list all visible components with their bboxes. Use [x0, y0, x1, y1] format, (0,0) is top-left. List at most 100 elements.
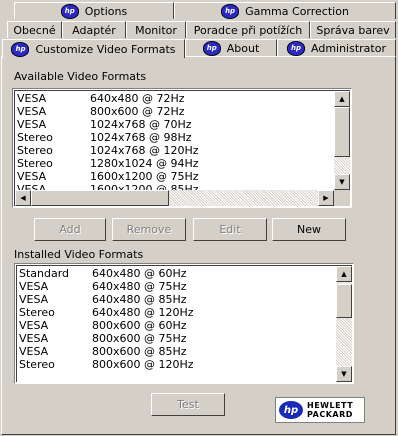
tab-adapter[interactable]: Adaptér [62, 21, 126, 38]
tab-adapter-label: Adaptér [72, 23, 116, 37]
hp-logo-icon: hp [221, 3, 240, 19]
format-resolution: 1600x1200 @ 75Hz [90, 170, 199, 183]
scroll-up-icon[interactable]: ▲ [334, 91, 350, 107]
format-type: VESA [19, 319, 49, 332]
available-formats-list[interactable]: VESA 640x480 @ 72Hz VESA 800x600 @ 72Hz VESA… [12, 88, 352, 208]
tab-monitor[interactable]: Monitor [126, 21, 186, 38]
tab-obecne[interactable]: Obecné [7, 21, 62, 38]
list-item[interactable]: Stereo 1280x1024 @ 94Hz [15, 157, 334, 170]
test-button[interactable]: Test [151, 393, 225, 416]
format-type: Stereo [17, 144, 53, 157]
format-resolution: 800x600 @ 75Hz [92, 332, 187, 345]
scroll-left-icon[interactable]: ◀ [15, 190, 31, 206]
format-type: VESA [19, 293, 49, 306]
list-item[interactable]: Stereo 1024x768 @ 120Hz [15, 144, 334, 157]
format-type: Stereo [17, 131, 53, 144]
installed-rows: Standard 640x480 @ 60Hz VESA 640x480 @ 75Hz… [17, 267, 336, 371]
hp-logo-icon: hp [287, 40, 305, 56]
tab-about[interactable]: hp About [185, 39, 277, 56]
available-horizontal-scrollbar[interactable]: ◀ ▶ [15, 190, 334, 206]
tab-poradce[interactable]: Poradce při potížích [186, 21, 310, 38]
scroll-thumb[interactable] [334, 107, 350, 157]
format-type: Stereo [17, 157, 53, 170]
tab-sprava-barev-label: Správa barev [316, 23, 390, 37]
new-button[interactable]: New [272, 218, 346, 241]
hp-logo-icon: hp [202, 40, 221, 56]
tab-sprava-barev[interactable]: Správa barev [310, 21, 396, 38]
format-resolution: 800x600 @ 120Hz [92, 358, 194, 371]
logo-text: HEWLETT PACKARD [307, 401, 353, 419]
format-type: VESA [19, 345, 49, 358]
list-item[interactable]: VESA 1600x1200 @ 75Hz [15, 170, 334, 183]
list-item[interactable]: Standard 640x480 @ 60Hz [17, 267, 336, 280]
installed-vertical-scrollbar[interactable]: ▲ ▼ [336, 266, 352, 382]
scroll-right-icon[interactable]: ▶ [318, 190, 334, 206]
format-type: Stereo [19, 306, 55, 319]
format-resolution: 640x480 @ 120Hz [92, 306, 194, 319]
tab-about-label: About [226, 41, 260, 55]
list-item[interactable]: Stereo 1024x768 @ 98Hz [15, 131, 334, 144]
tab-poradce-label: Poradce při potížích [193, 23, 303, 37]
tab-customize-video-formats[interactable]: hp Customize Video Formats [2, 39, 185, 58]
list-item[interactable]: VESA 640x480 @ 85Hz [17, 293, 336, 306]
installed-formats-list[interactable]: Standard 640x480 @ 60Hz VESA 640x480 @ 75Hz… [14, 263, 354, 384]
tab-options[interactable]: hp Options [14, 2, 174, 19]
scroll-down-icon[interactable]: ▼ [334, 174, 350, 190]
list-item[interactable]: VESA 1024x768 @ 70Hz [15, 118, 334, 131]
scroll-up-icon[interactable]: ▲ [336, 266, 352, 282]
tab-obecne-label: Obecné [13, 23, 56, 37]
list-item[interactable]: VESA 640x480 @ 72Hz [15, 92, 334, 105]
tab-row-2: Obecné Adaptér Monitor Poradce při potíž… [0, 21, 398, 39]
logo-line-2: PACKARD [307, 410, 353, 419]
list-item[interactable]: Stereo 800x600 @ 120Hz [17, 358, 336, 371]
tab-gamma-correction[interactable]: hp Gamma Correction [174, 2, 396, 19]
format-resolution: 640x480 @ 72Hz [90, 92, 185, 105]
scroll-corner [334, 190, 350, 206]
format-type: Stereo [19, 358, 55, 371]
scroll-down-icon[interactable]: ▼ [336, 366, 352, 382]
format-type: VESA [17, 105, 47, 118]
tab-row-1: hp Options hp Gamma Correction [0, 2, 398, 20]
tab-options-label: Options [84, 4, 128, 18]
list-item[interactable]: VESA 800x600 @ 75Hz [17, 332, 336, 345]
format-type: Standard [19, 267, 70, 280]
list-item[interactable]: VESA 800x600 @ 85Hz [17, 345, 336, 358]
format-resolution: 1024x768 @ 120Hz [90, 144, 199, 157]
available-formats-label: Available Video Formats [14, 70, 147, 83]
remove-button[interactable]: Remove [112, 218, 186, 241]
add-button[interactable]: Add [34, 218, 106, 241]
hewlett-packard-logo: hp HEWLETT PACKARD [275, 397, 365, 423]
format-resolution: 1024x768 @ 70Hz [90, 118, 192, 131]
tab-row-3: hp Customize Video Formats hp About hp A… [0, 39, 398, 58]
hp-logo-icon: hp [11, 41, 30, 57]
format-type: VESA [17, 92, 47, 105]
format-type: VESA [19, 332, 49, 345]
format-type: VESA [19, 280, 49, 293]
tab-administrator[interactable]: hp Administrator [277, 39, 396, 56]
format-resolution: 800x600 @ 85Hz [92, 345, 187, 358]
list-item[interactable]: VESA 800x600 @ 72Hz [15, 105, 334, 118]
list-item[interactable]: Stereo 640x480 @ 120Hz [17, 306, 336, 319]
installed-formats-label: Installed Video Formats [14, 248, 144, 261]
edit-button[interactable]: Edit [193, 218, 267, 241]
format-resolution: 800x600 @ 60Hz [92, 319, 187, 332]
format-resolution: 640x480 @ 60Hz [92, 267, 187, 280]
format-resolution: 1024x768 @ 98Hz [90, 131, 192, 144]
format-resolution: 800x600 @ 72Hz [90, 105, 185, 118]
format-resolution: 640x480 @ 75Hz [92, 280, 187, 293]
format-type: VESA [17, 118, 47, 131]
hp-logo-icon: hp [279, 401, 303, 419]
format-type: VESA [17, 170, 47, 183]
scroll-thumb[interactable] [31, 190, 169, 206]
list-item[interactable]: VESA 640x480 @ 75Hz [17, 280, 336, 293]
tab-customize-video-formats-label: Customize Video Formats [35, 42, 176, 56]
tab-administrator-label: Administrator [311, 41, 386, 55]
tab-monitor-label: Monitor [135, 23, 177, 37]
format-resolution: 640x480 @ 85Hz [92, 293, 187, 306]
available-rows: VESA 640x480 @ 72Hz VESA 800x600 @ 72Hz VESA… [15, 92, 334, 196]
available-vertical-scrollbar[interactable]: ▲ ▼ [334, 91, 350, 190]
list-item[interactable]: VESA 800x600 @ 60Hz [17, 319, 336, 332]
hp-logo-icon: hp [60, 3, 79, 19]
format-resolution: 1280x1024 @ 94Hz [90, 157, 199, 170]
scroll-thumb[interactable] [336, 284, 352, 318]
